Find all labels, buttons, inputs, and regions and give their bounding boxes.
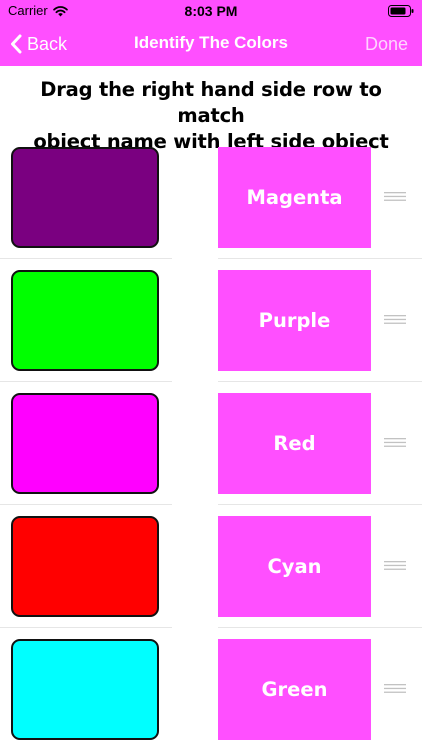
color-swatch <box>11 639 159 740</box>
reorder-handle-icon[interactable] <box>384 314 406 325</box>
color-swatch <box>11 516 159 617</box>
color-swatch <box>11 147 159 248</box>
back-label: Back <box>27 33 68 54</box>
match-row: Cyan <box>0 505 422 628</box>
color-name-cell[interactable]: Cyan <box>218 516 371 617</box>
color-name-label: Cyan <box>267 555 322 578</box>
back-button[interactable]: Back <box>10 30 67 58</box>
chevron-left-icon <box>11 34 22 54</box>
battery-icon <box>388 5 414 17</box>
status-bar: Carrier 8:03 PM <box>0 0 422 22</box>
reorder-handle-icon[interactable] <box>384 437 406 448</box>
match-list: Magenta Purple Red Cyan Green <box>0 136 422 750</box>
color-name-cell[interactable]: Magenta <box>218 147 371 248</box>
color-name-label: Magenta <box>246 186 343 209</box>
match-row: Magenta <box>0 136 422 259</box>
color-swatch <box>11 393 159 494</box>
reorder-handle-icon[interactable] <box>384 560 406 571</box>
navigation-bar: Back Identify The Colors Done <box>0 22 422 66</box>
color-name-cell[interactable]: Red <box>218 393 371 494</box>
match-row: Purple <box>0 259 422 382</box>
color-name-label: Green <box>261 678 328 701</box>
carrier-info: Carrier <box>8 3 68 18</box>
instruction-line-1: Drag the right hand side row to match <box>40 78 382 127</box>
reorder-handle-icon[interactable] <box>384 191 406 202</box>
done-button[interactable]: Done <box>365 34 408 55</box>
reorder-handle-icon[interactable] <box>384 683 406 694</box>
carrier-label: Carrier <box>8 3 48 18</box>
header: Carrier 8:03 PM Back Identify The Colors… <box>0 0 422 66</box>
color-swatch <box>11 270 159 371</box>
color-name-cell[interactable]: Green <box>218 639 371 740</box>
color-name-label: Purple <box>258 309 331 332</box>
match-row: Red <box>0 382 422 505</box>
color-name-cell[interactable]: Purple <box>218 270 371 371</box>
match-row: Green <box>0 628 422 750</box>
wifi-icon <box>52 5 68 16</box>
color-name-label: Red <box>273 432 316 455</box>
